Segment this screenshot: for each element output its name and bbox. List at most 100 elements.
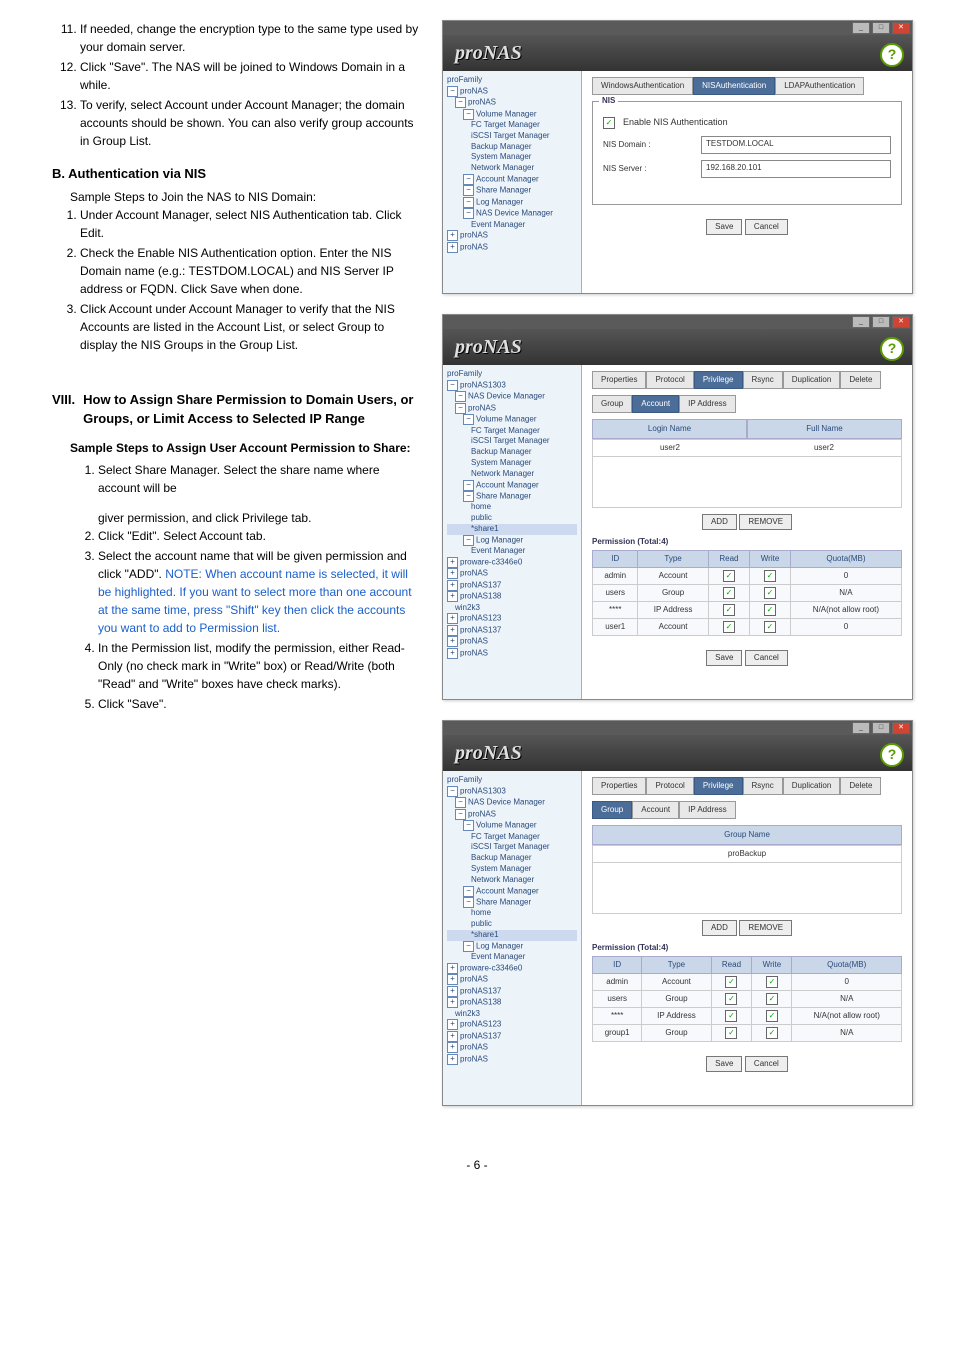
- plus-icon[interactable]: +: [447, 963, 458, 974]
- checkbox-icon[interactable]: ✓: [766, 976, 778, 988]
- tree-node[interactable]: iSCSI Target Manager: [447, 131, 577, 142]
- table-cell[interactable]: ✓: [750, 619, 791, 636]
- table-cell[interactable]: ✓: [750, 585, 791, 602]
- tree-node[interactable]: System Manager: [447, 458, 577, 469]
- tree-node[interactable]: home: [447, 908, 577, 919]
- minus-icon[interactable]: −: [463, 480, 474, 491]
- groupname-val[interactable]: proBackup: [592, 845, 902, 863]
- min-icon[interactable]: _: [852, 22, 870, 34]
- nis-server-input[interactable]: 192.168.20.101: [701, 160, 891, 178]
- checkbox-icon[interactable]: ✓: [764, 570, 776, 582]
- minus-icon[interactable]: −: [455, 809, 466, 820]
- tree-node[interactable]: +proNAS138: [447, 997, 577, 1008]
- minus-icon[interactable]: −: [463, 208, 474, 219]
- tree-node[interactable]: −proNAS1303: [447, 786, 577, 797]
- tab-properties[interactable]: Properties: [592, 371, 646, 389]
- remove-button[interactable]: REMOVE: [739, 920, 792, 936]
- help-icon[interactable]: ?: [880, 337, 904, 361]
- table-cell[interactable]: ✓: [752, 991, 792, 1008]
- minus-icon[interactable]: −: [463, 185, 474, 196]
- tree-node[interactable]: proFamily: [447, 369, 577, 380]
- checkbox-icon[interactable]: ✓: [764, 587, 776, 599]
- checkbox-icon[interactable]: ✓: [723, 587, 735, 599]
- tree-node[interactable]: +proNAS: [447, 568, 577, 579]
- table-row[interactable]: ****IP Address✓✓N/A(not allow root): [593, 602, 902, 619]
- tree-node[interactable]: −Account Manager: [447, 480, 577, 491]
- table-cell[interactable]: ✓: [750, 602, 791, 619]
- tab-group[interactable]: Group: [592, 395, 632, 413]
- tree-node[interactable]: −proNAS: [447, 97, 577, 108]
- minus-icon[interactable]: −: [447, 86, 458, 97]
- table-cell[interactable]: ✓: [708, 619, 750, 636]
- tab-rsync[interactable]: Rsync: [743, 777, 783, 795]
- minus-icon[interactable]: −: [463, 109, 474, 120]
- tree-node[interactable]: −proNAS: [447, 403, 577, 414]
- tree-node[interactable]: proFamily: [447, 75, 577, 86]
- help-icon[interactable]: ?: [880, 43, 904, 67]
- tree-node[interactable]: Backup Manager: [447, 853, 577, 864]
- tree-node[interactable]: +proNAS137: [447, 1031, 577, 1042]
- tree-node[interactable]: −Volume Manager: [447, 414, 577, 425]
- tree-node[interactable]: +proNAS137: [447, 625, 577, 636]
- table-cell[interactable]: ✓: [708, 585, 750, 602]
- minus-icon[interactable]: −: [463, 897, 474, 908]
- max-icon[interactable]: □: [872, 316, 890, 328]
- tree-node[interactable]: *share1: [447, 930, 577, 941]
- tree-node[interactable]: Network Manager: [447, 163, 577, 174]
- enable-nis-checkbox[interactable]: ✓: [603, 117, 615, 129]
- tree-node[interactable]: Event Manager: [447, 546, 577, 557]
- tree-node[interactable]: −Volume Manager: [447, 820, 577, 831]
- tree-node[interactable]: System Manager: [447, 864, 577, 875]
- checkbox-icon[interactable]: ✓: [723, 621, 735, 633]
- cancel-button[interactable]: Cancel: [745, 1056, 788, 1072]
- table-cell[interactable]: ✓: [752, 1008, 792, 1025]
- table-row[interactable]: ****IP Address✓✓N/A(not allow root): [593, 1008, 902, 1025]
- tree-node[interactable]: −Account Manager: [447, 886, 577, 897]
- tree-node[interactable]: +proNAS: [447, 230, 577, 241]
- min-icon[interactable]: _: [852, 316, 870, 328]
- tree-node[interactable]: System Manager: [447, 152, 577, 163]
- checkbox-icon[interactable]: ✓: [723, 570, 735, 582]
- table-cell[interactable]: ✓: [708, 568, 750, 585]
- tree-node[interactable]: −NAS Device Manager: [447, 208, 577, 219]
- add-button[interactable]: ADD: [702, 514, 737, 530]
- help-icon[interactable]: ?: [880, 743, 904, 767]
- checkbox-icon[interactable]: ✓: [725, 1027, 737, 1039]
- table-cell[interactable]: ✓: [752, 1025, 792, 1042]
- tab-nis-auth[interactable]: NISAuthentication: [693, 77, 775, 95]
- close-icon[interactable]: ✕: [892, 316, 910, 328]
- cancel-button[interactable]: Cancel: [745, 650, 788, 666]
- tree-node[interactable]: win2k3: [447, 1009, 577, 1020]
- tree-node[interactable]: −proNAS: [447, 86, 577, 97]
- tree-node[interactable]: +proNAS123: [447, 1019, 577, 1030]
- tree-node[interactable]: +proware-c3346e0: [447, 963, 577, 974]
- remove-button[interactable]: REMOVE: [739, 514, 792, 530]
- plus-icon[interactable]: +: [447, 986, 458, 997]
- plus-icon[interactable]: +: [447, 625, 458, 636]
- plus-icon[interactable]: +: [447, 557, 458, 568]
- minus-icon[interactable]: −: [455, 391, 466, 402]
- plus-icon[interactable]: +: [447, 1042, 458, 1053]
- tab-ipaddress[interactable]: IP Address: [679, 395, 736, 413]
- cancel-button[interactable]: Cancel: [745, 219, 788, 235]
- minus-icon[interactable]: −: [463, 414, 474, 425]
- plus-icon[interactable]: +: [447, 242, 458, 253]
- close-icon[interactable]: ✕: [892, 22, 910, 34]
- tab-rsync[interactable]: Rsync: [743, 371, 783, 389]
- table-row[interactable]: adminAccount✓✓0: [593, 568, 902, 585]
- tab-privilege[interactable]: Privilege: [694, 777, 743, 795]
- tree-1[interactable]: proFamily−proNAS−proNAS−Volume ManagerFC…: [443, 71, 582, 293]
- tree-node[interactable]: Backup Manager: [447, 142, 577, 153]
- tree-node[interactable]: +proNAS: [447, 1054, 577, 1065]
- minus-icon[interactable]: −: [455, 403, 466, 414]
- tab-delete[interactable]: Delete: [840, 777, 881, 795]
- tree-node[interactable]: Event Manager: [447, 220, 577, 231]
- tree-node[interactable]: +proNAS: [447, 648, 577, 659]
- tab-privilege[interactable]: Privilege: [694, 371, 743, 389]
- tree-node[interactable]: −Share Manager: [447, 491, 577, 502]
- plus-icon[interactable]: +: [447, 997, 458, 1008]
- table-cell[interactable]: ✓: [711, 974, 752, 991]
- tree-node[interactable]: +proNAS123: [447, 613, 577, 624]
- tree-node[interactable]: win2k3: [447, 603, 577, 614]
- tree-node[interactable]: −Share Manager: [447, 185, 577, 196]
